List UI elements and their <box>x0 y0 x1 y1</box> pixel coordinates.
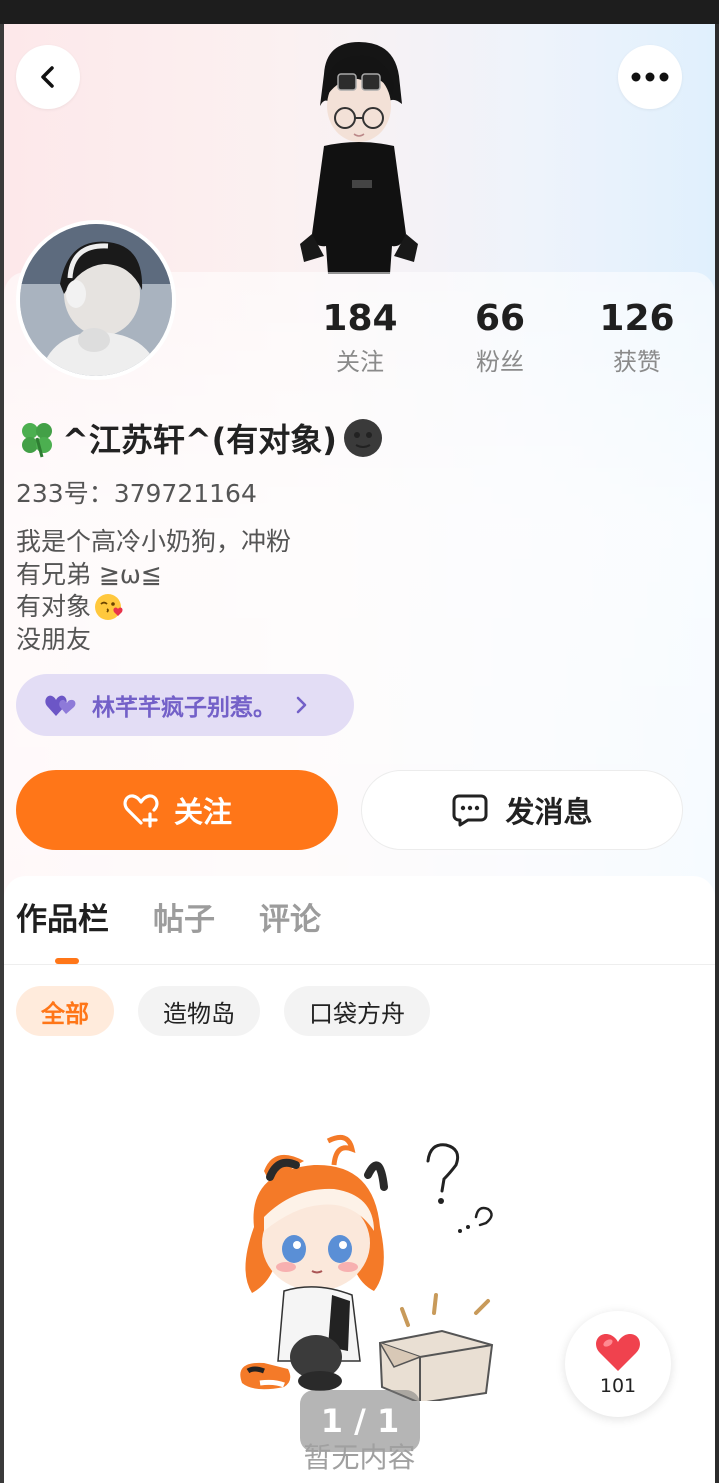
status-bar <box>0 0 719 24</box>
four-leaf-clover-icon <box>22 423 52 458</box>
nickname-text: ^江苏轩^(有对象) <box>62 421 337 459</box>
stat-following[interactable]: 184 关注 <box>300 299 420 377</box>
heart-icon <box>596 1333 640 1371</box>
tab-divider <box>4 964 715 965</box>
profile-bio: 我是个高冷小奶狗，冲粉 有兄弟 ≧ω≦ 有对象 没朋友 <box>16 526 291 656</box>
back-button[interactable] <box>16 45 80 109</box>
stat-likes-label: 获赞 <box>613 348 661 376</box>
bio-line: 没朋友 <box>16 624 92 654</box>
double-heart-icon <box>45 695 76 716</box>
like-count: 101 <box>599 1375 637 1397</box>
tab-comments[interactable]: 评论 <box>259 898 321 942</box>
bio-line-with-emoji: 有对象 <box>16 591 291 624</box>
bio-line: 我是个高冷小奶狗，冲粉 <box>16 527 292 556</box>
screen-edge-right <box>715 24 719 1483</box>
filter-chip-all[interactable]: 全部 <box>16 986 114 1036</box>
content-tabs: 作品栏 帖子 评论 <box>16 898 321 942</box>
stat-likes-value: 126 <box>599 298 675 339</box>
send-message-label: 发消息 <box>505 795 593 829</box>
stat-fans-value: 66 <box>474 298 526 339</box>
tab-works[interactable]: 作品栏 <box>16 898 109 942</box>
avatar-photo <box>20 224 172 376</box>
user-id: 233号：379721164 <box>16 479 257 508</box>
stat-following-value: 184 <box>322 298 398 339</box>
stat-fans[interactable]: 66 粉丝 <box>440 299 560 377</box>
more-options-button[interactable] <box>618 45 682 109</box>
kissing-heart-emoji <box>95 594 123 621</box>
chevron-left-icon <box>41 66 54 88</box>
stat-fans-label: 粉丝 <box>476 348 524 376</box>
empty-state-text: 暂无内容 <box>303 1441 416 1474</box>
stat-likes[interactable]: 126 获赞 <box>577 299 697 377</box>
chevron-right-icon <box>296 696 307 714</box>
chat-bubble-icon <box>452 794 488 827</box>
tab-posts[interactable]: 帖子 <box>153 898 215 942</box>
empty-state-illustration <box>240 1134 494 1401</box>
follow-button[interactable]: 关注 <box>16 770 338 850</box>
profile-screen: 184 关注 66 粉丝 126 获赞 ^江苏轩^(有对象) 233号：3797… <box>4 24 715 1483</box>
send-message-button[interactable]: 发消息 <box>361 770 683 850</box>
dark-moon-face-icon <box>343 419 382 457</box>
bio-line: 有对象 <box>16 592 92 621</box>
filter-chip-creation-island[interactable]: 造物岛 <box>138 986 260 1036</box>
avatar[interactable] <box>16 220 176 380</box>
cp-partner-link[interactable]: 林芊芊疯子别惹。 <box>16 674 354 736</box>
follow-button-label: 关注 <box>173 795 232 829</box>
stat-following-label: 关注 <box>336 348 384 376</box>
heart-plus-icon <box>123 794 159 828</box>
bio-line: 有兄弟 ≧ω≦ <box>16 559 162 589</box>
like-floating-button[interactable]: 101 <box>565 1311 671 1417</box>
filter-chip-pocket-ark[interactable]: 口袋方舟 <box>284 986 430 1036</box>
character-avatar-figure <box>300 42 418 274</box>
cp-partner-name: 林芊芊疯子别惹。 <box>92 695 276 721</box>
more-horizontal-icon <box>631 72 669 82</box>
filter-chips: 全部 造物岛 口袋方舟 <box>16 986 430 1036</box>
profile-nickname: ^江苏轩^(有对象) <box>16 414 385 462</box>
